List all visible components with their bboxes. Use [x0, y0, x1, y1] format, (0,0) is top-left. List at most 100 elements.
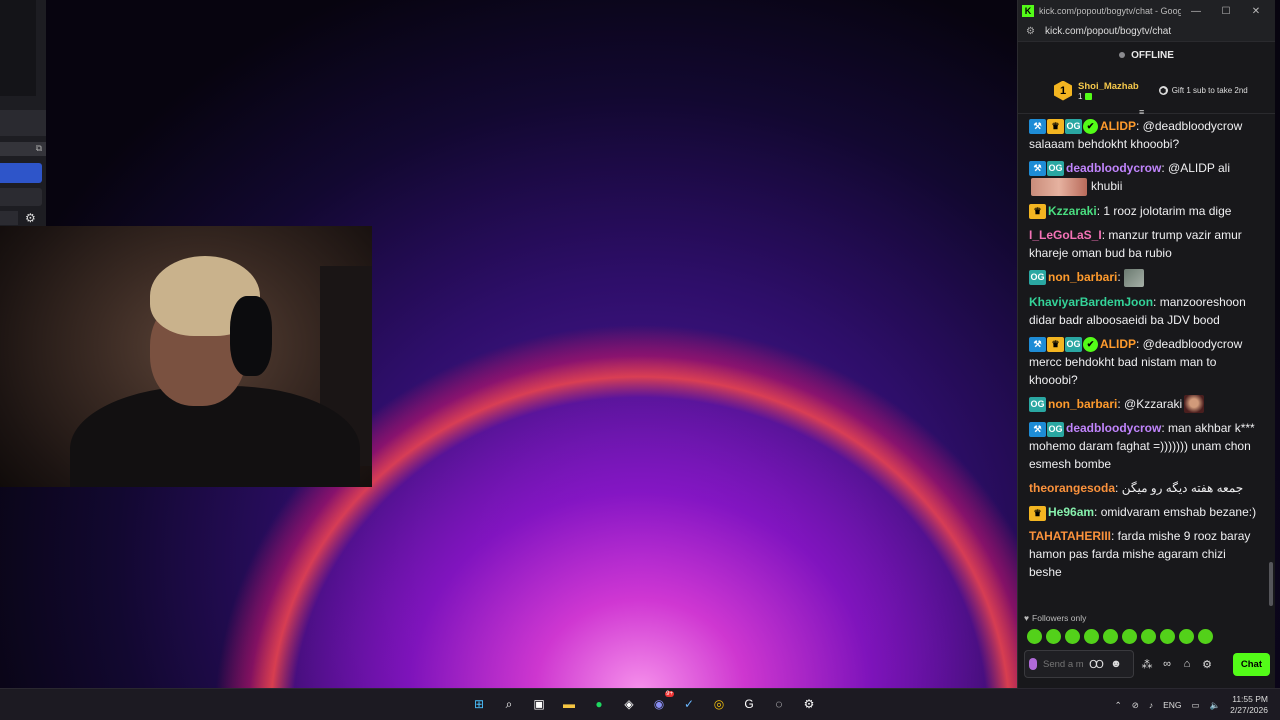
send-chat-button[interactable]: Chat	[1232, 652, 1270, 676]
store-icon[interactable]: ⌂	[1180, 658, 1194, 670]
network-off-icon[interactable]: ⊘	[1132, 700, 1139, 711]
chat-input[interactable]	[1043, 658, 1083, 670]
language-indicator[interactable]: ENG	[1163, 700, 1181, 710]
clock-time: 11:55 PM	[1232, 694, 1268, 704]
display-icon[interactable]: ▭	[1192, 700, 1200, 711]
emote-icon[interactable]	[1103, 629, 1118, 644]
obs-icon[interactable]: ◌	[768, 693, 790, 715]
chat-username[interactable]: I_LeGoLaS_I	[1029, 228, 1102, 242]
spotify-icon[interactable]: ●	[588, 693, 610, 715]
background-app-window[interactable]: ⧉ ⚙	[0, 0, 46, 226]
chat-message: TAHATAHERIII: farda mishe 9 rooz baray h…	[1029, 527, 1260, 581]
og-badge-icon[interactable]: OG	[1029, 270, 1046, 286]
chat-messages[interactable]: ⚒ ♛ OG ✔ ALIDP: @deadbloodycrow salaaam behd…	[1018, 117, 1268, 605]
emote-icon[interactable]	[1084, 629, 1099, 644]
app-selected-item[interactable]	[0, 163, 42, 183]
gift-sub-button[interactable]: ⬢ Gift 1 sub to take 2nd	[1158, 86, 1248, 95]
chat-username[interactable]: Kzzaraki	[1048, 204, 1097, 218]
chat-message: OG non_barbari:	[1029, 268, 1260, 287]
chat-emote[interactable]	[1124, 268, 1145, 287]
window-titlebar[interactable]: K kick.com/popout/bogytv/chat - Google..…	[1018, 0, 1275, 22]
status-dot-icon	[1119, 52, 1126, 58]
minimize-icon[interactable]: —	[1181, 6, 1211, 17]
chat-username[interactable]: KhaviyarBardemJoon	[1029, 295, 1153, 309]
emote-icon[interactable]	[1141, 629, 1156, 644]
badge-group: OG	[1029, 396, 1046, 412]
settings-icon[interactable]: ⚙	[1200, 658, 1214, 671]
mic-tray-icon[interactable]: ♪	[1149, 700, 1153, 710]
verified-badge-icon[interactable]: ✔	[1083, 336, 1098, 352]
discord-icon[interactable]: ◉ 9+	[648, 691, 674, 715]
expand-pinned-icon[interactable]: ≡	[1139, 107, 1144, 117]
og-badge-icon[interactable]: OG	[1065, 119, 1082, 135]
og-badge-icon[interactable]: OG	[1047, 421, 1064, 437]
crown-badge-icon[interactable]: ♛	[1047, 119, 1064, 135]
volume-icon[interactable]: 🔈	[1210, 700, 1221, 711]
verified-badge-icon[interactable]: ✔	[1083, 119, 1098, 135]
chat-username[interactable]: ALIDP	[1100, 337, 1136, 351]
channel-points-icon[interactable]: ⁂	[1140, 658, 1154, 671]
chat-username[interactable]: non_barbari	[1048, 397, 1117, 411]
chat-mode-indicator: ♥ Followers only	[1024, 613, 1086, 623]
text-format-icon[interactable]: Ꝏ	[1089, 658, 1104, 671]
og-badge-icon[interactable]: OG	[1047, 161, 1064, 177]
chat-scrollbar[interactable]	[1269, 562, 1273, 606]
gear-icon[interactable]: ⚙	[25, 211, 36, 225]
app-small-button[interactable]	[0, 211, 18, 225]
og-badge-icon[interactable]: OG	[1065, 336, 1082, 352]
emote-icon[interactable]	[1122, 629, 1137, 644]
maximize-icon[interactable]: ☐	[1211, 6, 1241, 17]
crown-badge-icon[interactable]: ♛	[1047, 336, 1064, 352]
tray-overflow-icon[interactable]: ⌃	[1115, 700, 1122, 711]
chrome-icon[interactable]: ◎	[708, 693, 730, 715]
chat-username[interactable]: non_barbari	[1048, 270, 1117, 284]
status-label: OFFLINE	[1131, 49, 1174, 61]
chat-username[interactable]: theorangesoda	[1029, 481, 1115, 495]
emote-icon[interactable]	[1179, 629, 1194, 644]
quick-emote-bar	[1027, 629, 1213, 644]
chat-input-container[interactable]: Ꝏ ☻	[1024, 650, 1134, 678]
microphone-icon[interactable]	[1029, 658, 1037, 670]
chat-username[interactable]: TAHATAHERIII	[1029, 529, 1111, 543]
file-explorer-icon[interactable]: ▬	[558, 693, 580, 715]
chat-mode-label: Followers only	[1032, 613, 1087, 623]
moderator-badge-icon[interactable]: ⚒	[1029, 161, 1046, 177]
task-view-icon[interactable]: ▣	[528, 693, 550, 715]
chat-username[interactable]: ALIDP	[1100, 119, 1136, 133]
emote-icon[interactable]	[1198, 629, 1213, 644]
moderator-badge-icon[interactable]: ⚒	[1029, 336, 1046, 352]
crown-badge-icon[interactable]: ♛	[1029, 505, 1046, 521]
chat-emote[interactable]	[1184, 395, 1205, 414]
emote-icon[interactable]	[1160, 629, 1175, 644]
crown-badge-icon[interactable]: ♛	[1029, 204, 1046, 220]
app-v-icon[interactable]: ✓	[678, 693, 700, 715]
popout-icon[interactable]: ⧉	[36, 143, 42, 154]
chat-username[interactable]: deadbloodycrow	[1066, 421, 1161, 435]
moderator-badge-icon[interactable]: ⚒	[1029, 421, 1046, 437]
app-list-item[interactable]	[0, 188, 42, 206]
steam-icon[interactable]: ◈	[618, 693, 640, 715]
site-settings-icon[interactable]: ⚙	[1026, 26, 1035, 37]
infinity-icon[interactable]: ∞	[1160, 658, 1174, 670]
chat-message: OG non_barbari: @Kzzaraki	[1029, 395, 1260, 414]
logitech-icon[interactable]: G	[738, 693, 760, 715]
windows-start-icon[interactable]: ⊞	[468, 693, 490, 715]
settings-app-icon[interactable]: ⚙	[798, 693, 820, 715]
moderator-badge-icon[interactable]: ⚒	[1029, 119, 1046, 135]
chat-emote[interactable]	[1031, 177, 1087, 196]
leader-username[interactable]: Shoi_Mazhab	[1078, 81, 1139, 92]
emoji-icon[interactable]: ☻	[1109, 658, 1123, 670]
chat-message: ♛ Kzzaraki: 1 rooz jolotarim ma dige	[1029, 202, 1260, 220]
clock[interactable]: 11:55 PM 2/27/2026	[1230, 694, 1268, 716]
close-icon[interactable]: ✕	[1241, 6, 1271, 17]
chat-username[interactable]: deadbloodycrow	[1066, 161, 1161, 175]
og-badge-icon[interactable]: OG	[1029, 396, 1046, 412]
emote-icon[interactable]	[1065, 629, 1080, 644]
emote-icon[interactable]	[1046, 629, 1061, 644]
search-icon[interactable]: ⌕	[498, 693, 520, 715]
chat-username[interactable]: He96am	[1048, 505, 1094, 519]
emote-icon[interactable]	[1027, 629, 1042, 644]
address-bar[interactable]: ⚙ kick.com/popout/bogytv/chat	[1018, 22, 1275, 42]
badge-group: ♛	[1029, 204, 1046, 220]
sub-gift-icon	[1085, 92, 1093, 100]
